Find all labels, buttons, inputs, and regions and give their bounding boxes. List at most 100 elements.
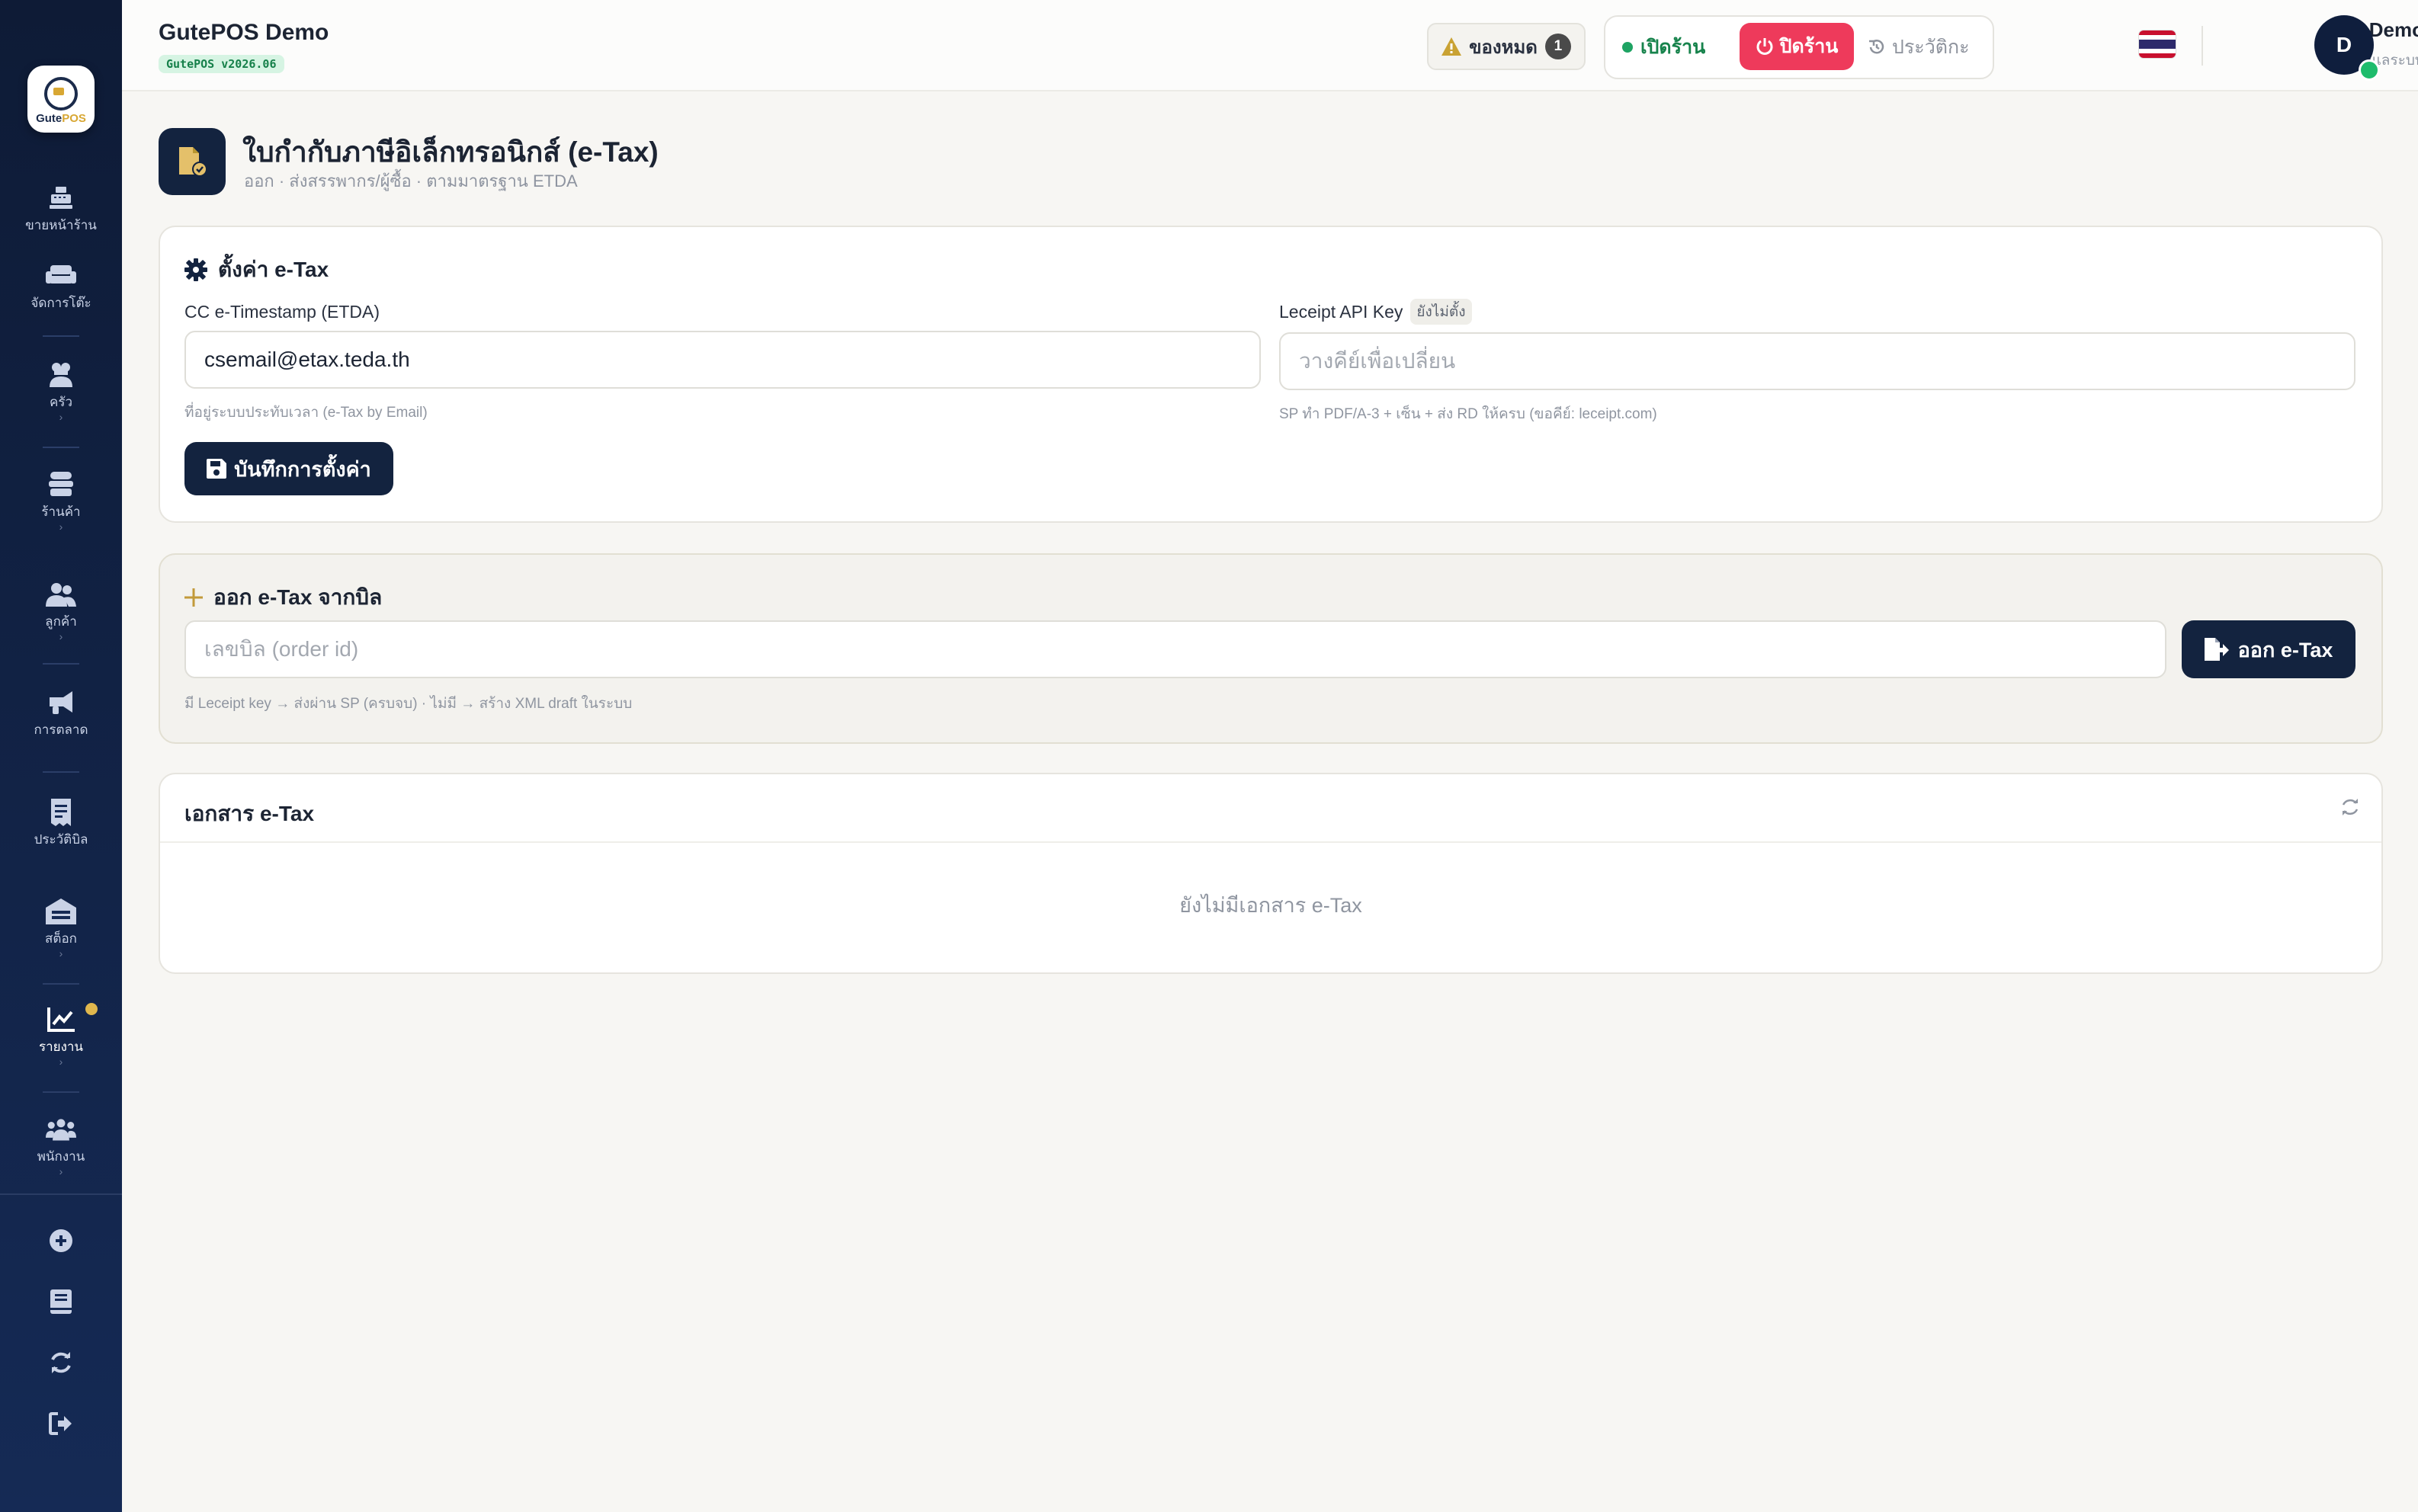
sidebar-item-label: พนักงาน xyxy=(37,1149,85,1164)
issue-title-text: ออก e-Tax จากบิล xyxy=(213,585,383,609)
cc-timestamp-label: CC e-Timestamp (ETDA) xyxy=(184,302,380,322)
staff-icon xyxy=(46,1114,76,1145)
shop-status-group: เปิดร้าน ปิดร้าน ประวัติกะ xyxy=(1604,15,1994,79)
online-status-dot xyxy=(2359,59,2380,81)
api-key-label-text: Leceipt API Key xyxy=(1279,301,1403,322)
logo-text: GutePOS xyxy=(36,112,86,125)
warehouse-icon xyxy=(46,896,76,927)
api-key-input[interactable]: วางคีย์เพื่อเปลี่ยน xyxy=(1279,332,2355,390)
chevron-down-icon: › xyxy=(59,1056,63,1068)
chart-line-icon xyxy=(46,1004,76,1035)
status-dot-icon xyxy=(1622,42,1633,53)
sidebar-item-marketing[interactable]: การตลาด xyxy=(0,687,122,740)
thai-flag-icon[interactable] xyxy=(2139,30,2176,58)
open-shop-label: เปิดร้าน xyxy=(1640,37,1706,58)
shift-history-button[interactable]: ประวัติกะ xyxy=(1868,26,1970,69)
store-icon xyxy=(46,469,76,500)
cc-timestamp-input[interactable]: csemail@etax.teda.th xyxy=(184,331,1261,389)
notification-dot xyxy=(85,1003,98,1015)
app-logo[interactable]: GutePOS xyxy=(27,66,95,133)
file-export-icon xyxy=(2204,638,2229,661)
nav-divider xyxy=(43,1091,79,1093)
open-shop-button[interactable]: เปิดร้าน xyxy=(1622,26,1705,69)
sidebar-item-pos[interactable]: ขายหน้าร้าน xyxy=(0,183,122,235)
sidebar-item-label: ขายหน้าร้าน xyxy=(25,218,97,232)
issue-card-title: ออก e-Tax จากบิล xyxy=(184,581,382,614)
header-divider xyxy=(2202,26,2203,66)
plus-circle-icon[interactable] xyxy=(46,1225,76,1256)
settings-card-title: ตั้งค่า e-Tax xyxy=(184,253,329,287)
stock-out-button[interactable]: ของหมด 1 xyxy=(1427,23,1586,70)
gear-icon xyxy=(184,258,207,281)
refresh-icon[interactable] xyxy=(2340,797,2360,821)
logout-icon[interactable] xyxy=(46,1408,76,1439)
documents-card-title: เอกสาร e-Tax xyxy=(184,802,315,825)
api-key-hint: SP ทำ PDF/A-3 + เซ็น + ส่ง RD ให้ครบ (ขอ… xyxy=(1279,406,1657,422)
logo-text-a: Gute xyxy=(36,111,63,125)
chevron-down-icon: › xyxy=(59,947,63,959)
version-badge: GutePOS v2026.06 xyxy=(159,55,284,73)
warning-icon xyxy=(1442,37,1462,56)
nav-divider xyxy=(43,447,79,448)
sidebar-item-label: ร้านค้า xyxy=(41,505,81,519)
e-tax-page-icon xyxy=(159,128,226,195)
users-icon xyxy=(46,579,76,610)
sidebar-item-tables[interactable]: จัดการโต๊ะ xyxy=(0,261,122,313)
page-subtitle: ออก · ส่งสรรพากร/ผู้ซื้อ · ตามมาตรฐาน ET… xyxy=(244,171,578,191)
sidebar-item-store[interactable]: ร้านค้า › xyxy=(0,469,122,533)
nav-divider xyxy=(43,771,79,773)
sidebar-item-bill-history[interactable]: ประวัติบิล xyxy=(0,797,122,850)
documents-divider xyxy=(160,841,2381,843)
couch-icon xyxy=(46,261,76,291)
sidebar-item-label: จัดการโต๊ะ xyxy=(30,296,91,310)
save-settings-label: บันทึกการตั้งค่า xyxy=(234,457,371,481)
app-title: GutePOS Demo xyxy=(159,20,329,45)
chevron-down-icon: › xyxy=(59,411,63,423)
issue-hint: มี Leceipt key → ส่งผ่าน SP (ครบจบ) · ไม… xyxy=(184,696,633,712)
cc-timestamp-label-text: CC e-Timestamp (ETDA) xyxy=(184,302,380,322)
stock-out-label: ของหมด xyxy=(1469,37,1538,58)
chevron-down-icon: › xyxy=(59,521,63,533)
settings-card: ตั้งค่า e-Tax CC e-Timestamp (ETDA) csem… xyxy=(159,226,2383,523)
save-icon xyxy=(207,459,227,479)
receipt-icon xyxy=(46,797,76,828)
sidebar-item-label: ประวัติบิล xyxy=(34,832,88,847)
sidebar-item-stock[interactable]: สต็อก › xyxy=(0,896,122,959)
nav-divider xyxy=(43,983,79,985)
order-id-input[interactable]: เลขบิล (order id) xyxy=(184,620,2166,678)
power-icon xyxy=(1756,38,1773,55)
chevron-down-icon: › xyxy=(59,1165,63,1177)
sidebar-item-reports[interactable]: รายงาน › xyxy=(0,1004,122,1068)
empty-state-text: ยังไม่มีเอกสาร e-Tax xyxy=(1179,894,1362,917)
close-shop-button[interactable]: ปิดร้าน xyxy=(1740,23,1854,70)
sidebar-item-label: ครัว xyxy=(49,395,73,409)
issue-etax-label: ออก e-Tax xyxy=(2237,638,2333,662)
sidebar: GutePOS ขายหน้าร้าน จัดการโต๊ะ ครัว › ร้… xyxy=(0,0,122,1512)
logo-mark-icon xyxy=(44,76,78,111)
save-settings-button[interactable]: บันทึกการตั้งค่า xyxy=(184,442,393,495)
chef-icon xyxy=(46,360,76,390)
nav-divider xyxy=(43,335,79,337)
status-badge: ยังไม่ตั้ง xyxy=(1410,299,1472,325)
cc-timestamp-hint: ที่อยู่ระบบประทับเวลา (e-Tax by Email) xyxy=(184,405,428,421)
stock-out-count-badge: 1 xyxy=(1544,34,1571,59)
close-shop-label: ปิดร้าน xyxy=(1779,36,1839,57)
documents-card: เอกสาร e-Tax ยังไม่มีเอกสาร e-Tax xyxy=(159,773,2383,974)
sidebar-item-label: ลูกค้า xyxy=(45,614,77,629)
sidebar-item-staff[interactable]: พนักงาน › xyxy=(0,1114,122,1177)
top-header: GutePOS Demo GutePOS v2026.06 ของหมด 1 เ… xyxy=(122,0,2418,91)
issue-card: ออก e-Tax จากบิล เลขบิล (order id) ออก e… xyxy=(159,553,2383,744)
logo-text-b: POS xyxy=(62,111,86,125)
sync-icon[interactable] xyxy=(46,1347,76,1378)
sidebar-item-customers[interactable]: ลูกค้า › xyxy=(0,579,122,642)
nav-divider xyxy=(43,663,79,665)
issue-etax-button[interactable]: ออก e-Tax xyxy=(2182,620,2355,678)
sidebar-item-label: การตลาด xyxy=(34,722,88,737)
book-icon[interactable] xyxy=(46,1286,76,1317)
cash-register-icon xyxy=(46,183,76,213)
settings-title-text: ตั้งค่า e-Tax xyxy=(218,258,329,281)
sidebar-item-kitchen[interactable]: ครัว › xyxy=(0,360,122,423)
sidebar-item-label: สต็อก xyxy=(45,931,77,946)
history-icon xyxy=(1869,40,1884,54)
plus-icon xyxy=(184,588,203,607)
